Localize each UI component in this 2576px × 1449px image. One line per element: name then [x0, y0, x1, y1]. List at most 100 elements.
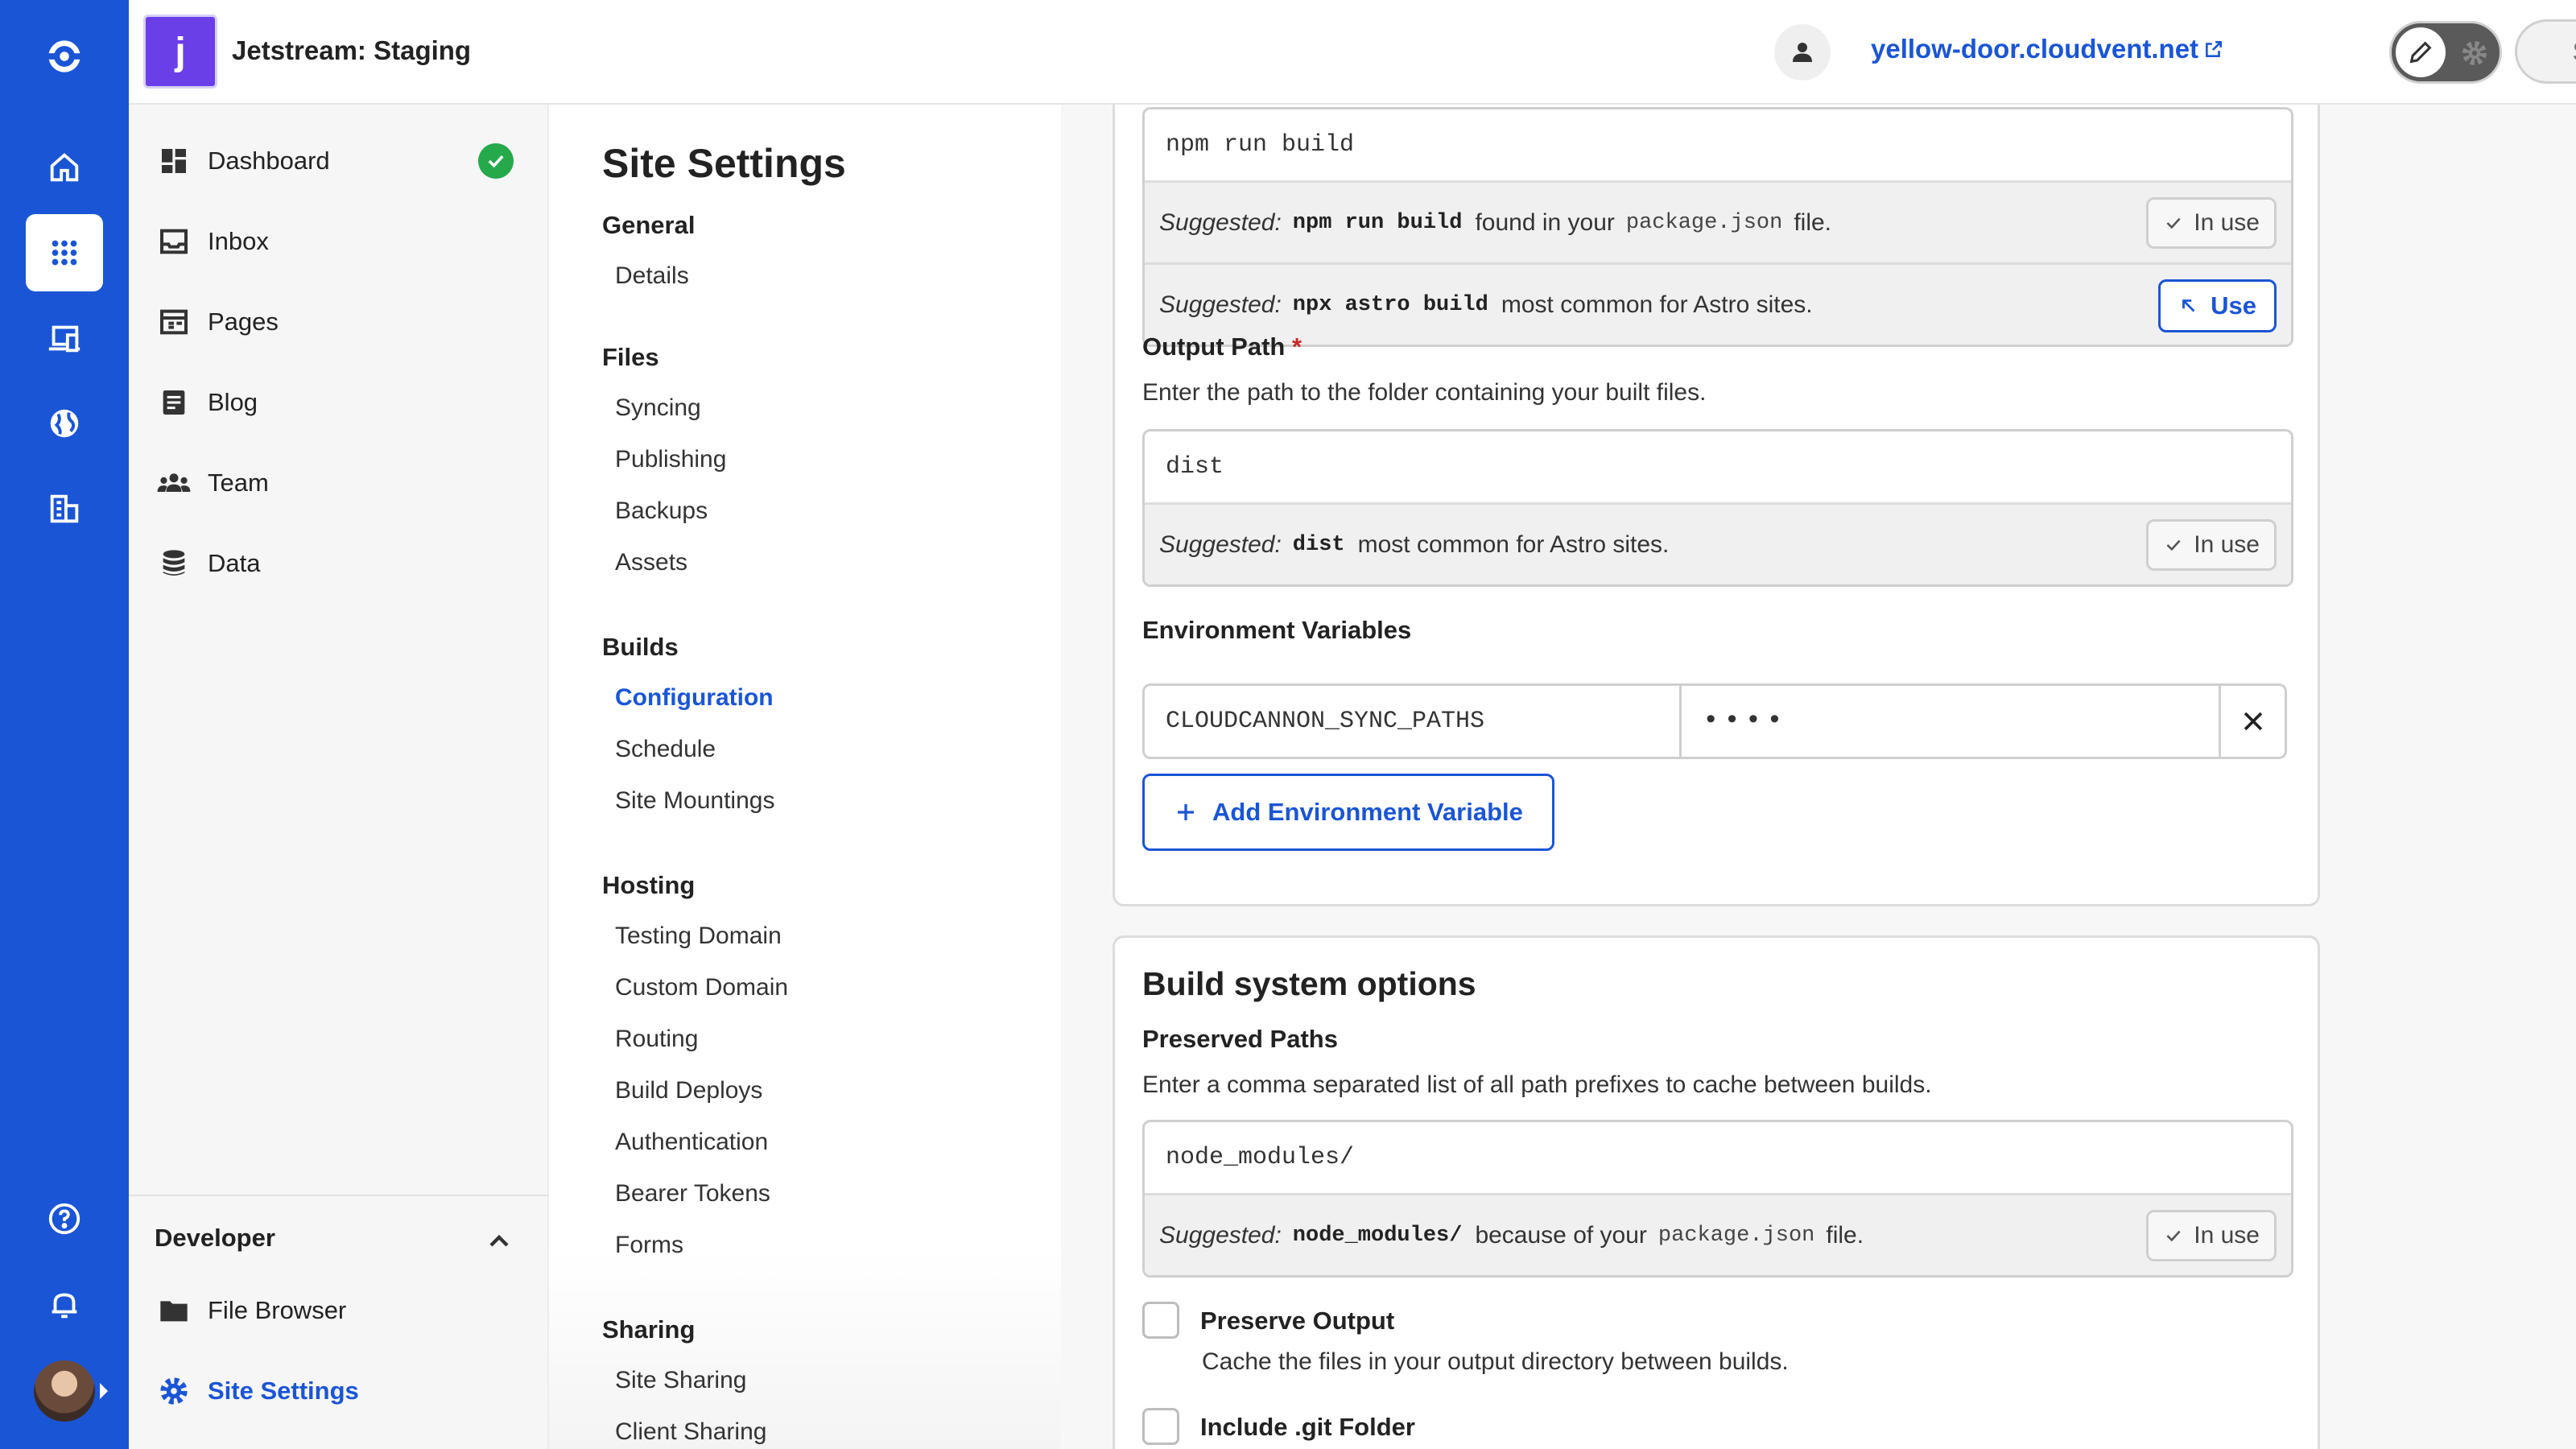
env-var-value-input[interactable]: ••••	[1682, 683, 2221, 759]
check-icon	[2166, 217, 2181, 229]
menu-link-backups[interactable]: Backups	[615, 497, 708, 525]
menu-link-custom-domain[interactable]: Custom Domain	[615, 974, 788, 1001]
user-icon[interactable]	[1774, 24, 1831, 80]
nav-item-team[interactable]: Team	[156, 460, 269, 506]
blog-icon	[156, 385, 192, 420]
apps-grid-icon[interactable]	[26, 214, 103, 291]
home-icon[interactable]	[26, 129, 103, 206]
remove-env-var-button[interactable]	[2221, 683, 2287, 759]
nav-item-dashboard[interactable]: Dashboard	[156, 138, 330, 184]
site-url-link[interactable]: yellow-door.cloudvent.net	[1871, 34, 2224, 64]
app-rail	[0, 0, 129, 1449]
add-env-var-label: Add Environment Variable	[1212, 798, 1523, 826]
external-link-icon	[2206, 41, 2223, 57]
nav-item-blog[interactable]: Blog	[156, 380, 258, 425]
build-system-options-card: Build system options Preserved Paths Ent…	[1113, 935, 2320, 1449]
nav-item-label: Dashboard	[208, 147, 330, 175]
menu-link-schedule[interactable]: Schedule	[615, 736, 716, 763]
output-path-field: dist Suggested: dist most common for Ast…	[1142, 429, 2293, 587]
in-use-button[interactable]: In use	[2146, 519, 2277, 571]
preserved-paths-input[interactable]: node_modules/	[1145, 1122, 2291, 1193]
build-command-suggestion: Suggested: npm run build found in your p…	[1145, 180, 2291, 262]
pages-icon	[156, 304, 192, 340]
plus-icon	[1178, 804, 1194, 820]
use-label: Use	[2211, 291, 2256, 320]
site-name[interactable]: Jetstream: Staging	[232, 35, 471, 66]
preserve-output-help: Cache the files in your output directory…	[1202, 1348, 1789, 1375]
suggestion-label: Suggested:	[1159, 291, 1282, 318]
help-icon[interactable]	[26, 1180, 103, 1257]
organization-icon[interactable]	[26, 470, 103, 547]
page-title: Site Settings	[602, 141, 846, 186]
build-command-field: npm run build Suggested: npm run build f…	[1142, 107, 2293, 347]
menu-link-forms[interactable]: Forms	[615, 1232, 683, 1259]
suggestion-text: because of your	[1475, 1221, 1647, 1249]
inbox-icon	[156, 224, 192, 259]
menu-link-assets[interactable]: Assets	[615, 549, 687, 576]
menu-group-files: Files	[602, 343, 659, 371]
user-avatar[interactable]	[34, 1360, 95, 1422]
check-icon	[2166, 539, 2181, 551]
logo-icon[interactable]	[26, 18, 103, 95]
edit-mode-toggle[interactable]	[2389, 21, 2502, 84]
dashboard-icon	[156, 143, 192, 179]
menu-link-configuration[interactable]: Configuration	[615, 684, 774, 712]
suggestion-text: found in your	[1475, 208, 1615, 236]
suggestion-code: npm run build	[1292, 210, 1463, 235]
pencil-icon	[2396, 27, 2446, 77]
chevron-up-icon[interactable]	[483, 1225, 515, 1257]
suggestion-file: package.json	[1625, 210, 1783, 235]
suggestion-code: npx astro build	[1292, 292, 1488, 317]
avatar-caret-icon[interactable]	[100, 1383, 108, 1399]
menu-link-syncing[interactable]: Syncing	[615, 394, 701, 422]
top-bar: j Jetstream: Staging yellow-door.cloudve…	[129, 0, 2576, 105]
site-url-text: yellow-door.cloudvent.net	[1871, 34, 2199, 64]
nav-item-data[interactable]: Data	[156, 541, 260, 586]
suggestion-text: most common for Astro sites.	[1357, 530, 1670, 558]
nav-item-file-browser[interactable]: File Browser	[156, 1288, 346, 1333]
menu-link-testing-domain[interactable]: Testing Domain	[615, 923, 782, 950]
nav-item-site-settings[interactable]: Site Settings	[156, 1368, 359, 1414]
menu-link-site-mountings[interactable]: Site Mountings	[615, 787, 774, 815]
save-button[interactable]: Save	[2515, 19, 2576, 84]
preserved-paths-help: Enter a comma separated list of all path…	[1142, 1071, 1932, 1098]
nav-item-label: Data	[208, 549, 261, 577]
nav-item-inbox[interactable]: Inbox	[156, 219, 269, 264]
preserve-output-checkbox[interactable]	[1142, 1302, 1179, 1339]
output-path-input[interactable]: dist	[1145, 431, 2291, 502]
add-env-var-button[interactable]: Add Environment Variable	[1142, 774, 1554, 851]
required-mark: *	[1291, 332, 1302, 361]
nav-item-label: File Browser	[208, 1296, 347, 1324]
use-suggestion-button[interactable]: Use	[2158, 279, 2277, 332]
in-use-label: In use	[2194, 531, 2260, 558]
env-var-key-input[interactable]: CLOUDCANNON_SYNC_PATHS	[1142, 683, 1682, 759]
settings-menu: Site Settings General Details Files Sync…	[549, 105, 1061, 1449]
in-use-button[interactable]: In use	[2146, 197, 2277, 249]
menu-link-publishing[interactable]: Publishing	[615, 446, 726, 473]
menu-link-routing[interactable]: Routing	[615, 1026, 698, 1053]
menu-group-builds: Builds	[602, 633, 679, 661]
output-path-help: Enter the path to the folder containing …	[1142, 379, 1707, 406]
suggestion-label: Suggested:	[1159, 208, 1282, 236]
menu-link-authentication[interactable]: Authentication	[615, 1129, 768, 1156]
nav-item-pages[interactable]: Pages	[156, 299, 279, 345]
check-icon	[2166, 1230, 2181, 1242]
nav-item-label: Pages	[208, 308, 279, 336]
include-git-checkbox[interactable]	[1142, 1408, 1179, 1445]
devices-icon[interactable]	[26, 299, 103, 377]
suggestion-label: Suggested:	[1159, 1221, 1282, 1249]
menu-link-build-deploys[interactable]: Build Deploys	[615, 1077, 762, 1104]
bell-icon[interactable]	[26, 1265, 103, 1343]
in-use-label: In use	[2194, 1222, 2260, 1249]
menu-link-details[interactable]: Details	[615, 262, 689, 290]
menu-link-site-sharing[interactable]: Site Sharing	[615, 1367, 746, 1394]
build-command-input[interactable]: npm run build	[1145, 109, 2291, 180]
preserved-paths-suggestion: Suggested: node_modules/ because of your…	[1145, 1193, 2291, 1275]
site-avatar[interactable]: j	[143, 14, 217, 89]
in-use-button[interactable]: In use	[2146, 1210, 2277, 1261]
menu-link-client-sharing[interactable]: Client Sharing	[615, 1418, 766, 1446]
menu-link-bearer-tokens[interactable]: Bearer Tokens	[615, 1180, 770, 1208]
developer-section-title[interactable]: Developer	[155, 1224, 275, 1253]
globe-icon[interactable]	[26, 385, 103, 462]
suggestion-text-after: file.	[1794, 208, 1832, 236]
